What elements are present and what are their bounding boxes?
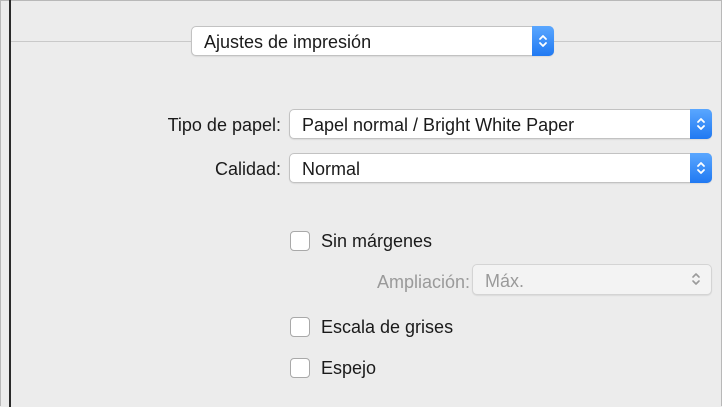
quality-label: Calidad: (214, 159, 281, 179)
quality-value: Normal (302, 159, 361, 179)
quality-popup[interactable]: Normal (289, 153, 712, 183)
divider-left (11, 41, 191, 42)
mirror-checkbox[interactable] (290, 358, 310, 378)
updown-chevron-icon (685, 264, 707, 294)
expansion-label: Ampliación: (376, 272, 470, 292)
settings-section-popup[interactable]: Ajustes de impresión (191, 26, 554, 56)
paper-type-popup[interactable]: Papel normal / Bright White Paper (289, 109, 712, 139)
grayscale-label[interactable]: Escala de grises (321, 317, 453, 337)
borderless-checkbox[interactable] (290, 231, 310, 251)
window-edge (9, 0, 11, 407)
expansion-popup[interactable]: Máx. (472, 264, 712, 295)
updown-chevron-icon (690, 153, 712, 183)
updown-chevron-icon (690, 109, 712, 139)
print-dialog-panel (0, 0, 722, 406)
paper-type-value: Papel normal / Bright White Paper (302, 115, 575, 135)
updown-chevron-icon (532, 26, 554, 56)
divider-right (554, 41, 722, 42)
mirror-label[interactable]: Espejo (321, 358, 376, 378)
expansion-value: Máx. (485, 271, 525, 291)
grayscale-checkbox[interactable] (290, 317, 310, 337)
borderless-label[interactable]: Sin márgenes (321, 231, 432, 251)
settings-section-value: Ajustes de impresión (204, 32, 372, 52)
paper-type-label: Tipo de papel: (167, 115, 281, 135)
